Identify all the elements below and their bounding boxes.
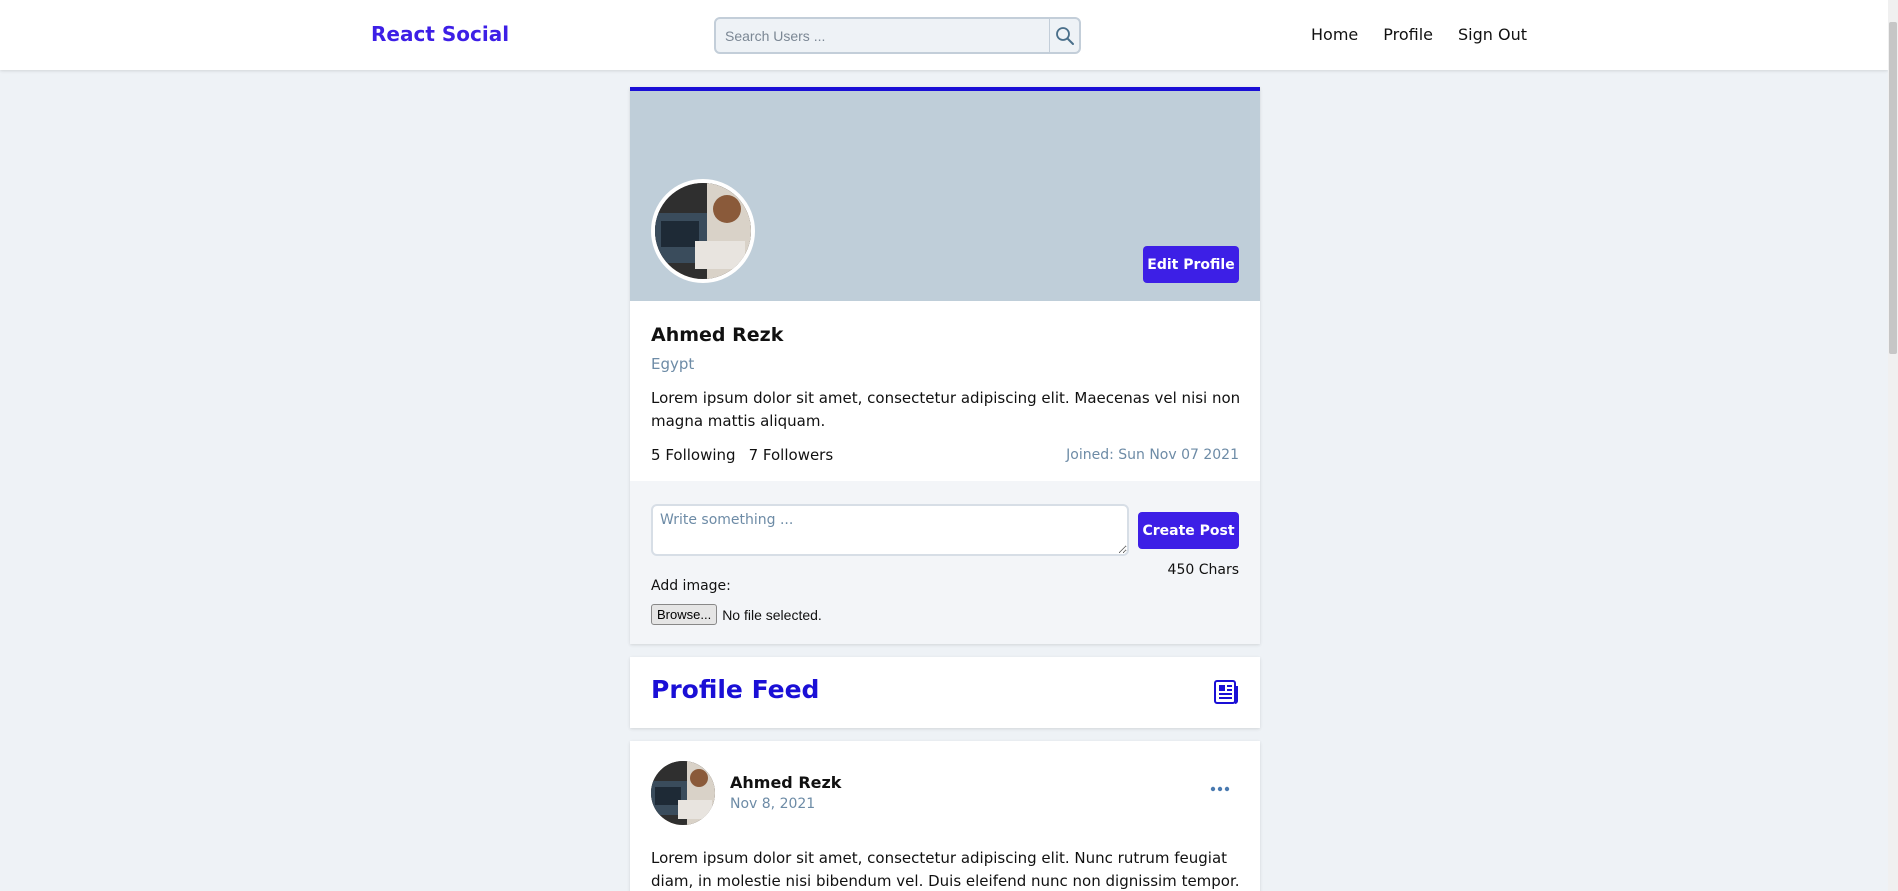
feed-title: Profile Feed (651, 675, 820, 704)
nav-home-link[interactable]: Home (1311, 25, 1358, 44)
post-author-avatar[interactable] (651, 761, 715, 825)
search-box (714, 17, 1081, 54)
following-stat[interactable]: 5 Following (651, 446, 736, 464)
top-navbar: React Social Home Profile Sign Out (0, 0, 1888, 70)
profile-avatar (651, 179, 755, 283)
following-label: Following (665, 446, 736, 464)
add-image-label: Add image: (651, 578, 731, 594)
profile-cover: Edit Profile (630, 91, 1260, 301)
nav-profile-link[interactable]: Profile (1383, 25, 1433, 44)
profile-bio: Lorem ipsum dolor sit amet, consectetur … (651, 389, 1241, 430)
post-body: Lorem ipsum dolor sit amet, consectetur … (651, 849, 1240, 890)
search-icon (1055, 26, 1074, 45)
feed-header: Profile Feed (630, 657, 1260, 728)
scrollbar-thumb[interactable] (1889, 22, 1897, 354)
profile-card: Edit Profile Ahmed Rezk Egypt Lorem ipsu… (630, 87, 1260, 644)
file-input: Browse... No file selected. (651, 604, 822, 625)
followers-stat[interactable]: 7 Followers (749, 446, 834, 464)
post-author-name[interactable]: Ahmed Rezk (730, 773, 841, 792)
browse-button[interactable]: Browse... (651, 604, 718, 625)
nav-signout-link[interactable]: Sign Out (1458, 25, 1527, 44)
followers-count: 7 (748, 446, 759, 464)
profile-joined-date: Joined: Sun Nov 07 2021 (1066, 447, 1239, 463)
post-textarea[interactable] (651, 504, 1129, 556)
more-horizontal-icon[interactable] (1210, 785, 1230, 793)
page-scrollbar[interactable] (1888, 0, 1898, 891)
create-post-button[interactable]: Create Post (1138, 512, 1239, 549)
nav-links: Home Profile Sign Out (1311, 25, 1527, 44)
newspaper-icon (1214, 680, 1238, 704)
profile-stats: 5 Following 7 Followers (651, 446, 833, 464)
create-post-form: Create Post 450 Chars Add image: Browse.… (630, 481, 1260, 644)
brand-logo[interactable]: React Social (371, 22, 509, 46)
following-count: 5 (651, 446, 661, 464)
profile-name: Ahmed Rezk (651, 324, 784, 346)
edit-profile-button[interactable]: Edit Profile (1143, 246, 1239, 283)
post-date: Nov 8, 2021 (730, 796, 816, 812)
followers-label: Followers (762, 446, 834, 464)
avatar-photo (655, 183, 751, 279)
avatar-photo (651, 761, 715, 825)
profile-location: Egypt (651, 355, 695, 373)
search-input[interactable] (716, 19, 1049, 52)
search-button[interactable] (1049, 19, 1079, 52)
file-status: No file selected. (722, 606, 822, 623)
char-count: 450 Chars (1167, 562, 1239, 578)
post-card: Ahmed Rezk Nov 8, 2021 Lorem ipsum dolor… (630, 741, 1260, 891)
